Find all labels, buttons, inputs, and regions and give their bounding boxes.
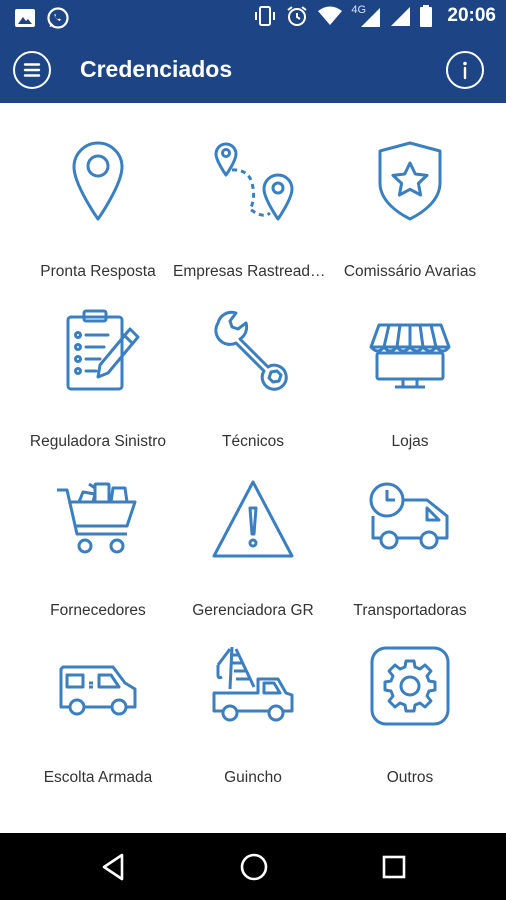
tile-outros[interactable]: Outros bbox=[326, 643, 494, 793]
signal-icon bbox=[391, 7, 411, 26]
route-icon bbox=[214, 142, 294, 221]
tile-label: Comissário Avarias bbox=[343, 263, 477, 280]
vibrate-icon bbox=[255, 6, 276, 26]
tile-label: Pronta Resposta bbox=[40, 263, 156, 280]
tile-gerenciadora-gr[interactable]: Gerenciadora GR bbox=[169, 476, 337, 626]
tile-reguladora-sinistro[interactable]: Reguladora Sinistro bbox=[14, 307, 182, 457]
back-triangle-icon bbox=[102, 853, 124, 881]
tile-empresas-rastreadoras[interactable]: Empresas Rastreadoras bbox=[169, 137, 337, 287]
tow-truck-icon bbox=[212, 646, 294, 722]
tile-label: Outros bbox=[386, 769, 434, 786]
battery-icon bbox=[420, 5, 433, 27]
tile-label: Fornecedores bbox=[50, 602, 146, 619]
tile-escolta-armada[interactable]: Escolta Armada bbox=[14, 643, 182, 793]
info-button[interactable] bbox=[446, 51, 484, 89]
tile-label: Empresas Rastreadoras bbox=[173, 263, 337, 280]
tile-label: Gerenciadora GR bbox=[192, 602, 314, 619]
signal-icon bbox=[361, 8, 381, 27]
gear-icon bbox=[370, 646, 450, 726]
system-nav-bar bbox=[0, 833, 506, 900]
credenciados-grid: Pronta Resposta Empresas Rastreadoras Co… bbox=[0, 103, 506, 833]
tile-pronta-resposta[interactable]: Pronta Resposta bbox=[14, 137, 182, 287]
map-pin-icon bbox=[72, 141, 124, 221]
info-icon bbox=[463, 61, 467, 80]
shield-star-icon bbox=[378, 141, 442, 221]
alarm-icon bbox=[287, 6, 307, 26]
tile-label: Guincho bbox=[224, 769, 282, 786]
warning-triangle-icon bbox=[212, 480, 294, 558]
tile-label: Escolta Armada bbox=[43, 769, 153, 786]
page-title: Credenciados bbox=[80, 56, 233, 82]
wrench-icon bbox=[214, 310, 288, 391]
tile-fornecedores[interactable]: Fornecedores bbox=[14, 476, 182, 626]
tile-label: Técnicos bbox=[221, 433, 285, 450]
shopping-cart-icon bbox=[57, 482, 137, 554]
tile-comissario-avarias[interactable]: Comissário Avarias bbox=[326, 137, 494, 287]
van-icon bbox=[59, 665, 137, 716]
recents-button[interactable] bbox=[376, 849, 412, 885]
home-circle-icon bbox=[240, 853, 268, 881]
hamburger-menu-icon bbox=[23, 63, 41, 77]
tile-tecnicos[interactable]: Técnicos bbox=[169, 307, 337, 457]
clipboard-checklist-icon bbox=[66, 309, 140, 391]
home-button[interactable] bbox=[236, 849, 272, 885]
menu-button[interactable] bbox=[13, 51, 51, 89]
tile-label: Transportadoras bbox=[353, 602, 467, 619]
image-notification-icon bbox=[15, 9, 35, 27]
storefront-icon bbox=[369, 323, 451, 389]
tile-transportadoras[interactable]: Transportadoras bbox=[326, 476, 494, 626]
tile-guincho[interactable]: Guincho bbox=[169, 643, 337, 793]
status-bar: 4G 20:06 bbox=[0, 0, 506, 35]
wifi-icon bbox=[318, 6, 343, 25]
tile-label: Reguladora Sinistro bbox=[29, 433, 167, 450]
back-button[interactable] bbox=[96, 849, 132, 885]
recents-square-icon bbox=[382, 855, 406, 879]
tile-label: Lojas bbox=[391, 433, 429, 450]
status-time: 20:06 bbox=[447, 5, 496, 26]
delivery-truck-icon bbox=[369, 482, 449, 550]
whatsapp-icon bbox=[47, 7, 69, 29]
app-bar: Credenciados bbox=[0, 35, 506, 103]
tile-lojas[interactable]: Lojas bbox=[326, 307, 494, 457]
